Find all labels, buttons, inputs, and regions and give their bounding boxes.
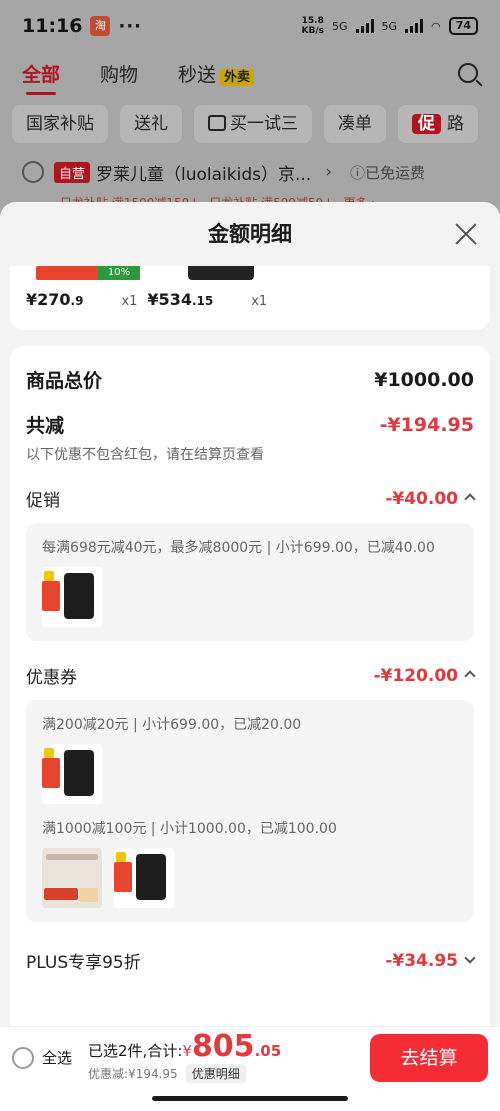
checkout-button[interactable]: 去结算	[370, 1033, 488, 1082]
product-thumb-1: 10%	[36, 266, 140, 280]
towel-thumb[interactable]	[42, 848, 102, 908]
tab-all[interactable]: 全部	[22, 60, 60, 95]
tab-flash[interactable]: 秒送 外卖	[178, 60, 255, 87]
status-right: 15.8 KB/s 5G 5G ◠ 74	[302, 16, 478, 36]
signal-5g-label: 5G	[332, 19, 348, 33]
item-1-price: ¥270	[26, 290, 71, 309]
amount-detail-card: 商品总价 ¥1000.00 共减 -¥194.95 以下优惠不包含红包，请在结算…	[10, 346, 490, 1026]
currency-symbol: ¥	[182, 1042, 192, 1060]
close-icon[interactable]	[454, 222, 478, 246]
sheet-title: 金额明细	[208, 222, 292, 246]
total-reduce-row: 共减 -¥194.95	[26, 411, 474, 438]
coupon-desc-2: 满1000减100元 | 小计1000.00，已减100.00	[42, 821, 337, 837]
status-time: 11:16	[22, 15, 83, 37]
promo-detail-box: 每满698元减40元，最多减8000元 | 小计699.00，已减40.00	[26, 523, 474, 641]
sheet-header: 金额明细	[0, 202, 500, 266]
checkout-summary: 已选2件,合计: ¥ 805 .05 优惠减:¥194.95 优惠明细	[88, 1032, 281, 1083]
home-indicator	[0, 1088, 500, 1111]
coupon-thumbs-2	[42, 848, 458, 908]
plus-label: PLUS专享95折	[26, 953, 141, 973]
wifi-icon: ◠	[431, 19, 441, 33]
product-summary-card: 10% ¥270.9 x1 ¥534.15 x1	[10, 266, 490, 330]
coupon-desc-1: 满200减20元 | 小计699.00，已减20.00	[42, 717, 302, 733]
chevron-up-icon	[464, 492, 476, 505]
promo-thumbs	[42, 567, 458, 627]
luggage-thumb[interactable]	[42, 567, 102, 627]
takeout-tag: 外卖	[220, 68, 255, 86]
item-2-price: ¥534	[147, 290, 192, 309]
search-icon[interactable]	[458, 63, 478, 83]
gift-icon	[208, 115, 226, 131]
cart-tabs: 全部 购物 秒送 外卖	[0, 52, 500, 95]
chip-combine[interactable]: 凑单	[324, 105, 386, 143]
product-prices: ¥270.9 x1 ¥534.15 x1	[26, 290, 277, 309]
discount-badge: 10%	[98, 266, 140, 280]
battery-icon: 74	[448, 17, 478, 35]
chevron-down-icon	[464, 951, 476, 964]
plus-section-header[interactable]: PLUS专享95折 -¥34.95	[26, 948, 476, 973]
select-all-radio[interactable]	[12, 1046, 34, 1069]
store-radio[interactable]	[22, 161, 44, 183]
item-2-price-dec: .15	[191, 294, 214, 308]
item-1-qty: x1	[121, 294, 138, 309]
checkout-bar: 全选 已选2件,合计: ¥ 805 .05 优惠减:¥194.95 优惠明细 去…	[0, 1026, 500, 1088]
chevron-up-icon	[464, 669, 476, 682]
more-dots-icon: ···	[118, 15, 142, 37]
amount-detail-sheet: 金额明细 10% ¥270.9 x1 ¥534.15 x1 商品总价 ¥1000…	[0, 202, 500, 1026]
signal-icon	[355, 19, 374, 33]
signal-icon-2	[405, 19, 424, 33]
coupon-thumbs-1	[42, 744, 458, 804]
free-shipping-label: ⓘ已免运费	[350, 163, 426, 182]
signal-5g-label-2: 5G	[381, 19, 398, 33]
chip-gift[interactable]: 送礼	[120, 105, 182, 143]
item-1-price-dec: .9	[70, 294, 84, 308]
total-reduce-label: 共减	[26, 415, 65, 437]
promo-badge: 促	[412, 114, 441, 134]
status-bar: 11:16 淘 ··· 15.8 KB/s 5G 5G ◠ 74	[0, 0, 500, 52]
luggage-thumb[interactable]	[42, 744, 102, 804]
coupon-section-header[interactable]: 优惠券 -¥120.00	[26, 663, 476, 688]
self-operated-tag: 自营	[54, 161, 91, 183]
plus-value: -¥34.95	[385, 951, 476, 971]
net-speed: 15.8 KB/s	[301, 16, 325, 36]
coupon-label: 优惠券	[26, 668, 77, 688]
total-price-value: ¥1000.00	[374, 368, 474, 391]
select-all-label[interactable]: 全选	[42, 1047, 72, 1068]
filter-chips: 国家补贴 送礼 买一试三 凑单 促路	[0, 98, 500, 150]
total-price-label: 商品总价	[26, 370, 103, 392]
discount-detail-button[interactable]: 优惠明细	[185, 1064, 246, 1083]
coupon-value: -¥120.00	[374, 666, 476, 686]
checkout-total: 已选2件,合计: ¥ 805 .05	[88, 1032, 281, 1062]
product-thumb-2	[188, 266, 254, 280]
promo-section-header[interactable]: 促销 -¥40.00	[26, 486, 476, 511]
total-reduce-value: -¥194.95	[379, 413, 474, 436]
promo-value: -¥40.00	[385, 489, 476, 509]
chip-promo[interactable]: 促路	[398, 105, 478, 143]
store-name[interactable]: 罗莱儿童（luolaikids）京...	[96, 160, 311, 185]
checkout-discount-row: 优惠减:¥194.95 优惠明细	[88, 1064, 281, 1083]
promo-label: 促销	[26, 491, 60, 511]
selected-count: 已选2件,合计:	[88, 1042, 183, 1060]
tab-shop[interactable]: 购物	[100, 60, 138, 87]
total-amount-dec: .05	[254, 1042, 282, 1060]
coupon-detail-box: 满200减20元 | 小计699.00，已减20.00 满1000减100元 |…	[26, 700, 474, 922]
store-row: 自营 罗莱儿童（luolaikids）京... › ⓘ已免运费	[0, 150, 500, 194]
taobao-app-icon: 淘	[90, 16, 111, 36]
luggage-thumb[interactable]	[114, 848, 174, 908]
reduce-note: 以下优惠不包含红包，请在结算页查看	[26, 447, 264, 463]
chevron-right-icon: ›	[325, 162, 333, 182]
discount-text: 优惠减:¥194.95	[88, 1067, 178, 1081]
total-amount: 805	[191, 1029, 255, 1064]
item-2-qty: x1	[251, 294, 268, 309]
chip-national-subsidy[interactable]: 国家补贴	[12, 105, 108, 143]
total-price-row: 商品总价 ¥1000.00	[26, 366, 474, 393]
chip-try-three[interactable]: 买一试三	[194, 105, 312, 143]
promo-desc: 每满698元减40元，最多减8000元 | 小计699.00，已减40.00	[42, 540, 435, 556]
